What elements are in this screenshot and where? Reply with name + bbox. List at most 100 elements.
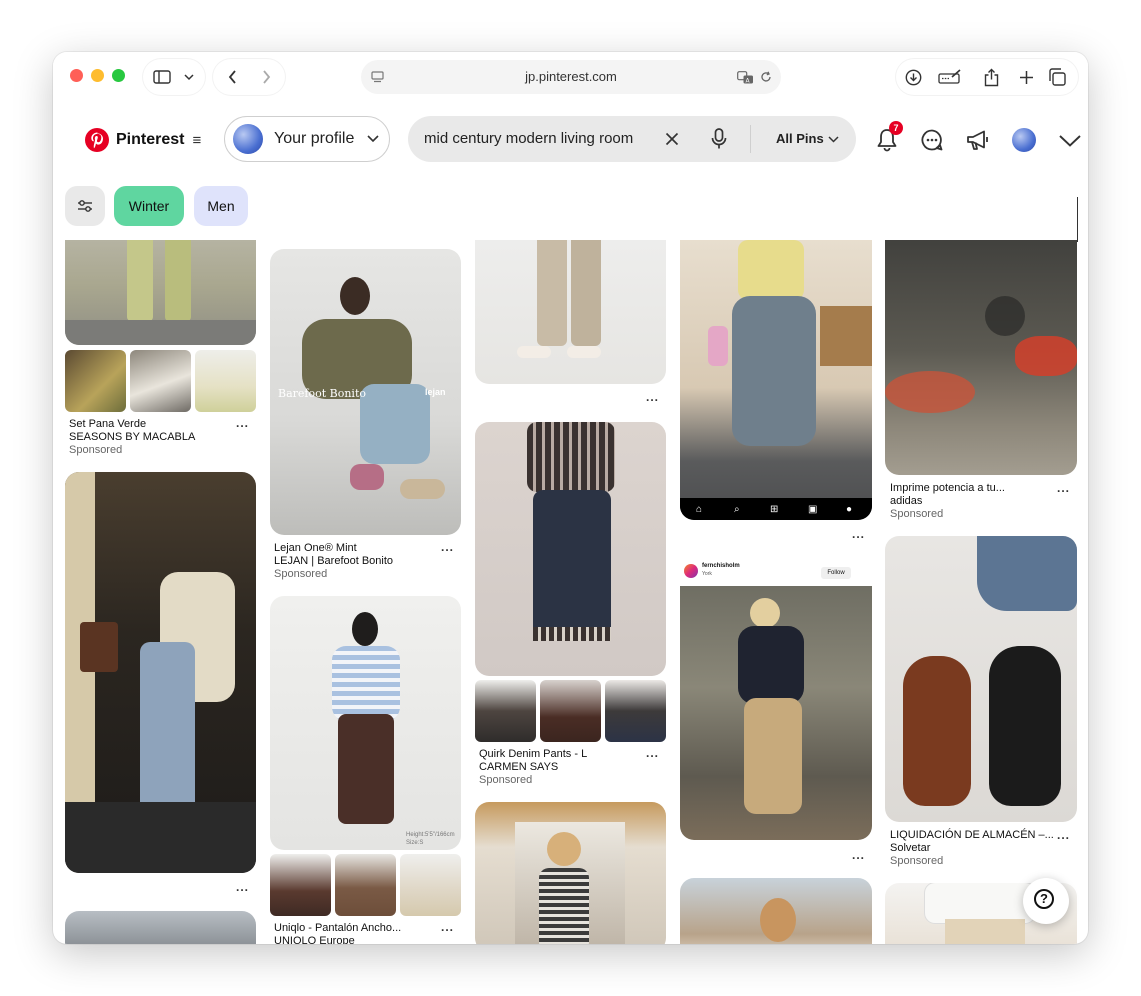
minimize-window-button[interactable] xyxy=(91,69,104,82)
avatar xyxy=(684,564,698,578)
sidebar-icon[interactable] xyxy=(151,67,173,87)
chevron-down-icon xyxy=(826,132,840,146)
your-profile-button[interactable]: Your profile xyxy=(224,116,390,162)
follow-button[interactable]: Follow xyxy=(821,567,851,579)
search-scope-dropdown[interactable]: All Pins xyxy=(776,116,824,162)
overlay-brand-text: Barefoot Bonito xyxy=(278,387,366,400)
search-bar: mid century modern living room All Pins xyxy=(408,116,856,162)
pin-thumb[interactable] xyxy=(335,854,396,916)
pin-more-options[interactable]: ... xyxy=(236,880,249,894)
reload-icon[interactable] xyxy=(758,69,774,85)
pin-image-adidas[interactable] xyxy=(885,240,1077,475)
profile-icon: ● xyxy=(846,504,853,515)
account-avatar[interactable] xyxy=(1012,128,1036,152)
pin-sponsored-label: Sponsored xyxy=(274,568,328,580)
search-icon: ⌕ xyxy=(734,504,740,515)
pin-thumb[interactable] xyxy=(130,350,191,412)
pin-image-quirk-denim[interactable] xyxy=(475,422,666,676)
search-input[interactable]: mid century modern living room xyxy=(424,116,642,162)
reels-icon: ▣ xyxy=(808,504,818,515)
pinterest-logo-icon xyxy=(85,128,109,152)
search-scope-label: All Pins xyxy=(776,131,824,146)
zoom-window-button[interactable] xyxy=(112,69,125,82)
tabs-icon[interactable] xyxy=(1046,67,1068,87)
pin-thumb[interactable] xyxy=(540,680,601,742)
header-divider xyxy=(1077,197,1078,242)
pin-more-options[interactable]: ... xyxy=(1057,481,1070,495)
pin-thumb[interactable] xyxy=(605,680,666,742)
forward-icon[interactable] xyxy=(255,67,277,87)
chevron-down-icon[interactable] xyxy=(179,67,199,87)
close-window-button[interactable] xyxy=(70,69,83,82)
search-divider xyxy=(750,125,751,153)
browser-window: jp.pinterest.com A Pinterest ≡ Your prof… xyxy=(53,52,1088,944)
pin-brand: SEASONS BY MACABLA xyxy=(69,431,196,443)
pin-brand: LEJAN | Barefoot Bonito xyxy=(274,555,394,567)
edit-icon[interactable] xyxy=(936,67,964,87)
megaphone-icon[interactable] xyxy=(965,127,991,153)
pin-title: Quirk Denim Pants - L xyxy=(479,748,588,760)
pin-title: Lejan One® Mint xyxy=(274,542,357,554)
pin-more-options[interactable]: ... xyxy=(852,527,865,541)
pin-thumb[interactable] xyxy=(195,350,256,412)
pin-image-building[interactable] xyxy=(65,911,256,944)
pin-title: Imprime potencia a tu... xyxy=(890,482,1005,494)
sliders-icon xyxy=(77,198,93,214)
pin-thumb[interactable] xyxy=(400,854,461,916)
pinterest-logo[interactable]: Pinterest ≡ xyxy=(85,128,201,152)
pin-image-mirror-selfie[interactable] xyxy=(475,802,666,944)
filter-chip-winter[interactable]: Winter xyxy=(114,186,184,226)
clear-search-icon[interactable] xyxy=(663,130,681,148)
pin-sponsored-label: Sponsored xyxy=(890,855,944,867)
back-icon[interactable] xyxy=(221,67,243,87)
account-menu-chevron-icon[interactable] xyxy=(1057,132,1083,150)
pin-image-lejan-sneakers[interactable]: Barefoot Bonito lejan xyxy=(270,249,461,535)
pin-image-barrel-jeans[interactable]: ⌂ ⌕ ⊞ ▣ ● xyxy=(680,240,872,520)
pin-image-green-pants[interactable] xyxy=(65,240,256,345)
download-icon[interactable] xyxy=(902,67,924,87)
pin-image-beige-pants[interactable] xyxy=(475,240,666,384)
account-name: fernchisholm xyxy=(702,563,740,569)
filter-settings-button[interactable] xyxy=(65,186,105,226)
pin-more-options[interactable]: ... xyxy=(1057,828,1070,842)
pin-brand: Solvetar xyxy=(890,842,931,854)
hamburger-menu-icon[interactable]: ≡ xyxy=(192,132,201,149)
browser-actions xyxy=(896,59,1078,95)
pin-sponsored-label: Sponsored xyxy=(890,508,944,520)
pin-brand: adidas xyxy=(890,495,923,507)
pin-more-options[interactable]: ... xyxy=(441,540,454,554)
pin-image-denim-jacket[interactable] xyxy=(65,472,256,873)
pin-more-options[interactable]: ... xyxy=(852,848,865,862)
pin-image-brogue-shoes[interactable] xyxy=(885,536,1077,822)
address-bar[interactable]: jp.pinterest.com A xyxy=(361,60,781,94)
pin-image-striped-sweater[interactable]: Height:5'5"/166cm Size:S xyxy=(270,596,461,850)
help-button[interactable]: ? xyxy=(1023,878,1069,924)
filter-chip-men[interactable]: Men xyxy=(194,186,248,226)
pin-image-instagram-post[interactable]: fernchisholm York Follow xyxy=(680,558,872,840)
pin-title: Uniqlo - Pantalón Ancho... xyxy=(274,922,402,934)
pin-sponsored-label: Sponsored xyxy=(479,774,533,786)
pinterest-logo-text: Pinterest xyxy=(116,131,185,148)
share-icon[interactable] xyxy=(980,66,1002,88)
chevron-down-icon xyxy=(365,131,381,147)
pin-more-options[interactable]: ... xyxy=(236,416,249,430)
new-tab-icon[interactable] xyxy=(1016,67,1036,87)
messages-icon[interactable] xyxy=(919,127,945,153)
notification-badge: 7 xyxy=(889,121,903,135)
pin-more-options[interactable]: ... xyxy=(646,390,659,404)
pin-title: LIQUIDACIÓN DE ALMACÉN –... xyxy=(890,829,1054,841)
pin-thumb[interactable] xyxy=(475,680,536,742)
profile-label: Your profile xyxy=(274,130,355,147)
pin-thumb[interactable] xyxy=(65,350,126,412)
microphone-icon[interactable] xyxy=(708,127,730,151)
sidebar-control xyxy=(143,59,205,95)
pin-thumb[interactable] xyxy=(270,854,331,916)
pin-image-portrait[interactable] xyxy=(680,878,872,944)
pin-more-options[interactable]: ... xyxy=(441,920,454,934)
size-note: Height:5'5"/166cm Size:S xyxy=(406,832,455,846)
translate-icon[interactable]: A xyxy=(736,69,754,85)
pin-more-options[interactable]: ... xyxy=(646,746,659,760)
pin-grid: Set Pana Verde SEASONS BY MACABLA Sponso… xyxy=(53,240,1088,944)
account-location: York xyxy=(702,571,712,577)
url-text: jp.pinterest.com xyxy=(525,69,617,84)
